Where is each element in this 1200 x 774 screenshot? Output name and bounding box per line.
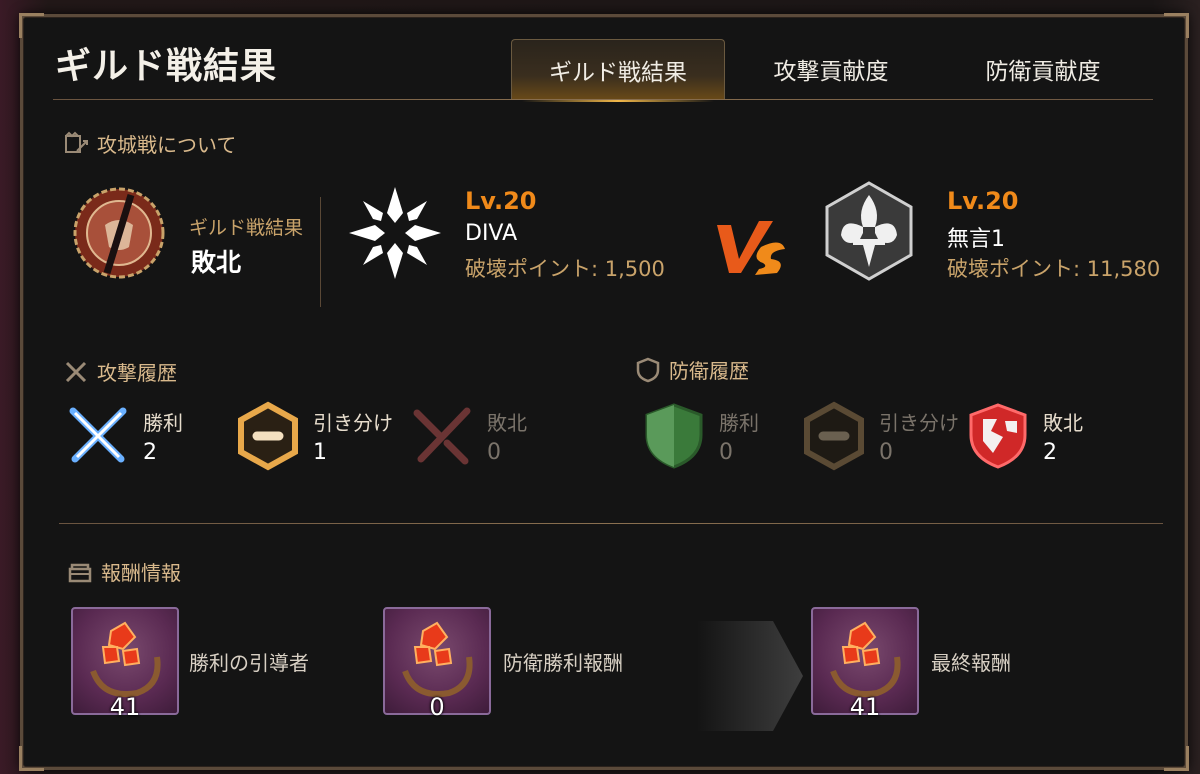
frame-corner [19,13,44,38]
defense-loss-label: 敗北 [1043,411,1083,435]
left-guild-level: Lv.20 [465,187,537,215]
header-divider [53,99,1153,100]
reward-label: 最終報酬 [931,651,1011,675]
siege-icon [65,131,88,153]
section-divider [59,523,1163,524]
attack-loss-label: 敗北 [487,411,527,435]
reward-count: 0 [429,693,445,721]
snowflake-emblem-icon [349,187,441,279]
attack-draw-stat: 引き分け 1 [233,401,393,471]
defense-draw-value: 0 [879,440,893,465]
defeat-seal-icon [73,187,165,279]
right-guild-points: 破壊ポイント: 11,580 [947,257,1161,281]
arrow-right-icon [697,621,803,731]
reward-count: 41 [109,693,141,721]
versus-icon [717,221,785,275]
siege-heading-text: 攻城戦について [97,133,237,157]
defense-loss-value: 2 [1043,440,1057,465]
attack-win-value: 2 [143,440,157,465]
defense-win-value: 0 [719,440,733,465]
result-value: 敗北 [191,248,242,277]
attack-loss-value: 0 [487,440,501,465]
reward-count: 41 [849,693,881,721]
defense-draw-stat: 引き分け 0 [799,401,959,471]
defense-history-heading-text: 防衛履歴 [669,359,749,383]
frame-corner [1164,746,1189,771]
treasure-chest-icon [68,563,92,582]
page-title: ギルド戦結果 [55,46,278,87]
tab-bar: ギルド戦結果 攻撃貢献度 防衛貢献度 [511,39,1149,102]
reward-item-defense-victory[interactable]: 0 [383,607,491,721]
right-guild-level: Lv.20 [947,187,1019,215]
reward-label: 勝利の引導者 [189,651,309,675]
fleur-de-lis-emblem-icon [825,181,913,281]
defense-loss-stat: 敗北 2 [963,401,1083,471]
vertical-divider [320,197,321,307]
tab-guild-war-result[interactable]: ギルド戦結果 [511,39,725,102]
left-guild-points: 破壊ポイント: 1,500 [465,257,665,281]
attack-win-stat: 勝利 2 [63,401,183,471]
shield-icon [636,357,660,382]
draw-hexagon-icon [804,401,864,471]
defense-draw-label: 引き分け [879,411,959,435]
tab-attack-contribution[interactable]: 攻撃貢献度 [725,39,937,99]
defense-history-heading: 防衛履歴 [635,355,749,384]
attack-history-heading-text: 攻撃履歴 [97,361,177,385]
defense-win-stat: 勝利 0 [639,401,759,471]
defense-win-label: 勝利 [719,411,759,435]
reward-info-heading-text: 報酬情報 [101,561,181,585]
attack-win-label: 勝利 [143,411,183,435]
crossed-swords-icon [65,361,87,382]
green-shield-icon [645,403,703,469]
blue-crossed-swords-icon [69,407,127,463]
red-broken-shield-icon [969,403,1027,469]
right-guild-name: 無言1 [947,227,1005,252]
frame-corner [19,746,44,771]
result-label: ギルド戦結果 [189,217,304,239]
reward-item-final[interactable]: 41 [811,607,919,721]
guild-war-result-panel: ギルド戦結果 ギルド戦結果 攻撃貢献度 防衛貢献度 攻城戦について ギルド戦結果… [19,13,1189,771]
left-guild-name: DIVA [465,221,518,246]
frame-corner [1164,13,1189,38]
tab-defense-contribution[interactable]: 防衛貢献度 [937,39,1149,99]
broken-swords-icon [413,407,471,465]
reward-info-heading: 報酬情報 [67,557,181,586]
attack-history-heading: 攻撃履歴 [63,357,177,386]
attack-draw-value: 1 [313,440,327,465]
reward-label: 防衛勝利報酬 [503,651,623,675]
siege-heading: 攻城戦について [63,129,236,158]
reward-item-victory-leader[interactable]: 41 [71,607,179,721]
attack-loss-stat: 敗北 0 [407,401,527,471]
attack-draw-label: 引き分け [313,411,393,435]
draw-hexagon-icon [238,401,298,471]
